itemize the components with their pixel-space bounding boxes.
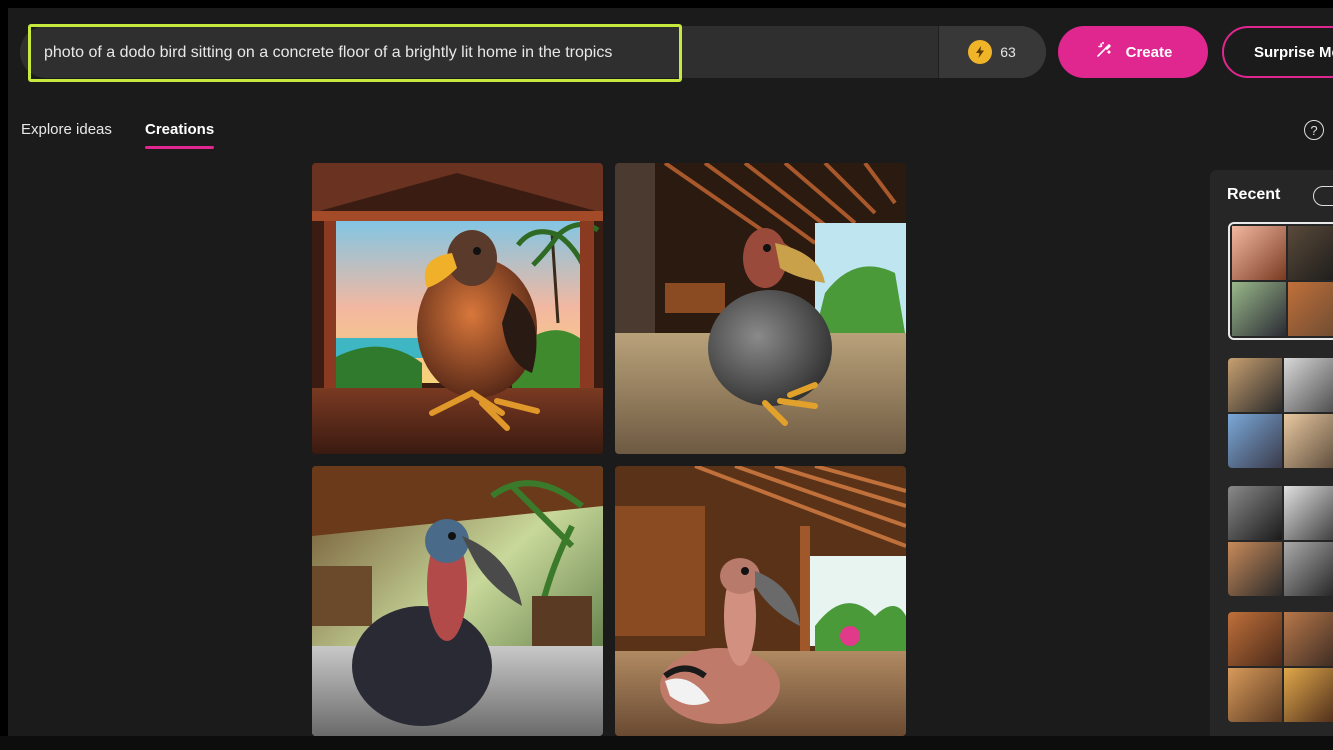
recent-title: Recent (1227, 186, 1281, 203)
recent-thumb (1228, 612, 1282, 666)
recent-thumb (1284, 542, 1333, 596)
active-tab-indicator (145, 146, 214, 149)
lightning-bolt-icon (968, 40, 993, 64)
recent-thumb (1228, 414, 1282, 468)
tab-explore-ideas[interactable]: Explore ideas (21, 121, 112, 138)
recent-group-2[interactable] (1228, 358, 1333, 468)
boost-count: 63 (1000, 44, 1016, 60)
recent-thumb (1284, 486, 1333, 540)
recent-toggle[interactable] (1313, 186, 1333, 206)
app-window: photo of a dodo bird sitting on a concre… (8, 8, 1333, 736)
recent-group-3[interactable] (1228, 486, 1333, 596)
create-label: Create (1125, 43, 1173, 61)
result-image-2[interactable] (615, 163, 906, 454)
result-image-4[interactable] (615, 466, 906, 736)
boost-divider (938, 26, 939, 78)
tab-creations[interactable]: Creations (145, 121, 214, 138)
recent-thumb (1232, 282, 1286, 336)
recent-group-4[interactable] (1228, 612, 1333, 722)
recent-thumb (1288, 282, 1333, 336)
result-image-3[interactable] (312, 466, 603, 736)
recent-thumb (1284, 414, 1333, 468)
recent-group-1[interactable] (1228, 222, 1333, 340)
recent-thumb (1288, 226, 1333, 280)
recent-thumb (1284, 668, 1333, 722)
recent-thumb (1228, 486, 1282, 540)
boost-counter[interactable]: 63 (938, 26, 1046, 78)
recent-thumb (1228, 668, 1282, 722)
question-circle-icon[interactable]: ? (1304, 120, 1324, 140)
recent-thumb (1228, 542, 1282, 596)
result-image-1[interactable] (312, 163, 603, 454)
create-button[interactable]: Create (1058, 26, 1208, 78)
recent-panel: Recent (1210, 170, 1333, 736)
surprise-me-button[interactable]: Surprise Me (1222, 26, 1333, 78)
bottom-strip (0, 736, 1333, 750)
recent-thumb (1228, 358, 1282, 412)
recent-thumb (1232, 226, 1286, 280)
recent-thumb (1284, 358, 1333, 412)
magic-brush-icon (1094, 40, 1114, 64)
recent-thumb (1284, 612, 1333, 666)
prompt-input[interactable]: photo of a dodo bird sitting on a concre… (44, 44, 612, 62)
